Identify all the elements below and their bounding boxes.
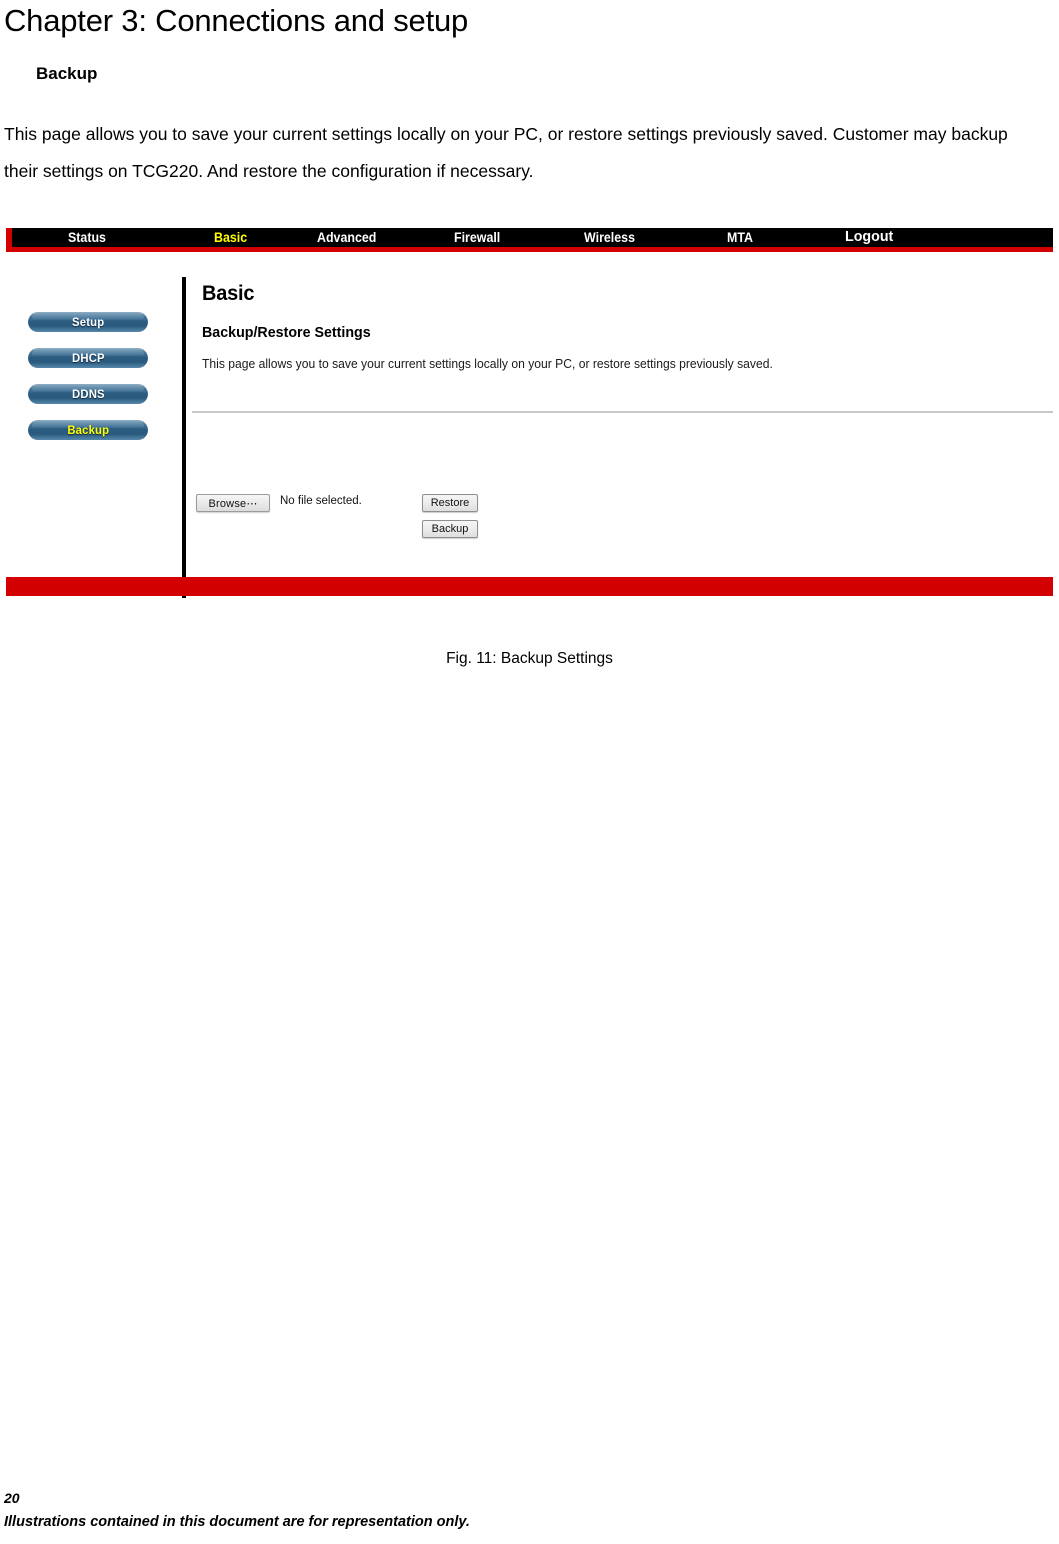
sidebar-item-label: Backup bbox=[67, 423, 109, 437]
browse-button[interactable]: Browse⋯ bbox=[196, 494, 270, 512]
backup-button[interactable]: Backup bbox=[422, 520, 478, 538]
section-heading: Backup bbox=[36, 64, 98, 83]
sidebar-divider bbox=[182, 277, 186, 598]
body-paragraph: This page allows you to save your curren… bbox=[4, 124, 1008, 181]
page-number: 20 bbox=[4, 1490, 20, 1506]
nav-item-firewall[interactable]: Firewall bbox=[454, 230, 500, 245]
page-footnote: Illustrations contained in this document… bbox=[4, 1514, 470, 1530]
nav-item-basic[interactable]: Basic bbox=[214, 230, 247, 245]
sidebar-item-label: DHCP bbox=[71, 351, 105, 365]
sidebar-item-ddns[interactable]: DDNS bbox=[28, 384, 148, 404]
figure-caption: Fig. 11: Backup Settings bbox=[446, 650, 613, 667]
sidebar-item-backup[interactable]: Backup bbox=[28, 420, 148, 440]
router-sidebar: Setup DHCP DDNS Backup bbox=[28, 312, 158, 456]
backup-restore-form: Browse⋯ No file selected. Restore Backup bbox=[196, 494, 516, 554]
sidebar-item-setup[interactable]: Setup bbox=[28, 312, 148, 332]
nav-item-advanced[interactable]: Advanced bbox=[317, 230, 376, 245]
sidebar-item-label: DDNS bbox=[71, 387, 105, 401]
sidebar-item-dhcp[interactable]: DHCP bbox=[28, 348, 148, 368]
content-subtitle: Backup/Restore Settings bbox=[202, 324, 371, 341]
page-title: Chapter 3: Connections and setup bbox=[4, 3, 469, 38]
file-status-label: No file selected. bbox=[280, 495, 362, 507]
content-title: Basic bbox=[202, 282, 255, 305]
router-content: Basic Backup/Restore Settings This page … bbox=[202, 282, 1042, 372]
router-page-body: Setup DHCP DDNS Backup Basic Backup/Rest… bbox=[6, 252, 1053, 598]
router-footer-bar bbox=[6, 577, 1053, 596]
nav-item-mta[interactable]: MTA bbox=[727, 230, 753, 245]
nav-item-status[interactable]: Status bbox=[68, 230, 106, 245]
router-ui-screenshot: Status Basic Advanced Firewall Wireless … bbox=[6, 228, 1053, 598]
router-navbar: Status Basic Advanced Firewall Wireless … bbox=[6, 228, 1053, 252]
nav-item-logout[interactable]: Logout bbox=[845, 228, 893, 245]
nav-item-wireless[interactable]: Wireless bbox=[584, 230, 635, 245]
sidebar-item-label: Setup bbox=[71, 315, 105, 329]
content-description: This page allows you to save your curren… bbox=[202, 357, 773, 371]
content-separator bbox=[192, 411, 1053, 413]
restore-button[interactable]: Restore bbox=[422, 494, 478, 512]
